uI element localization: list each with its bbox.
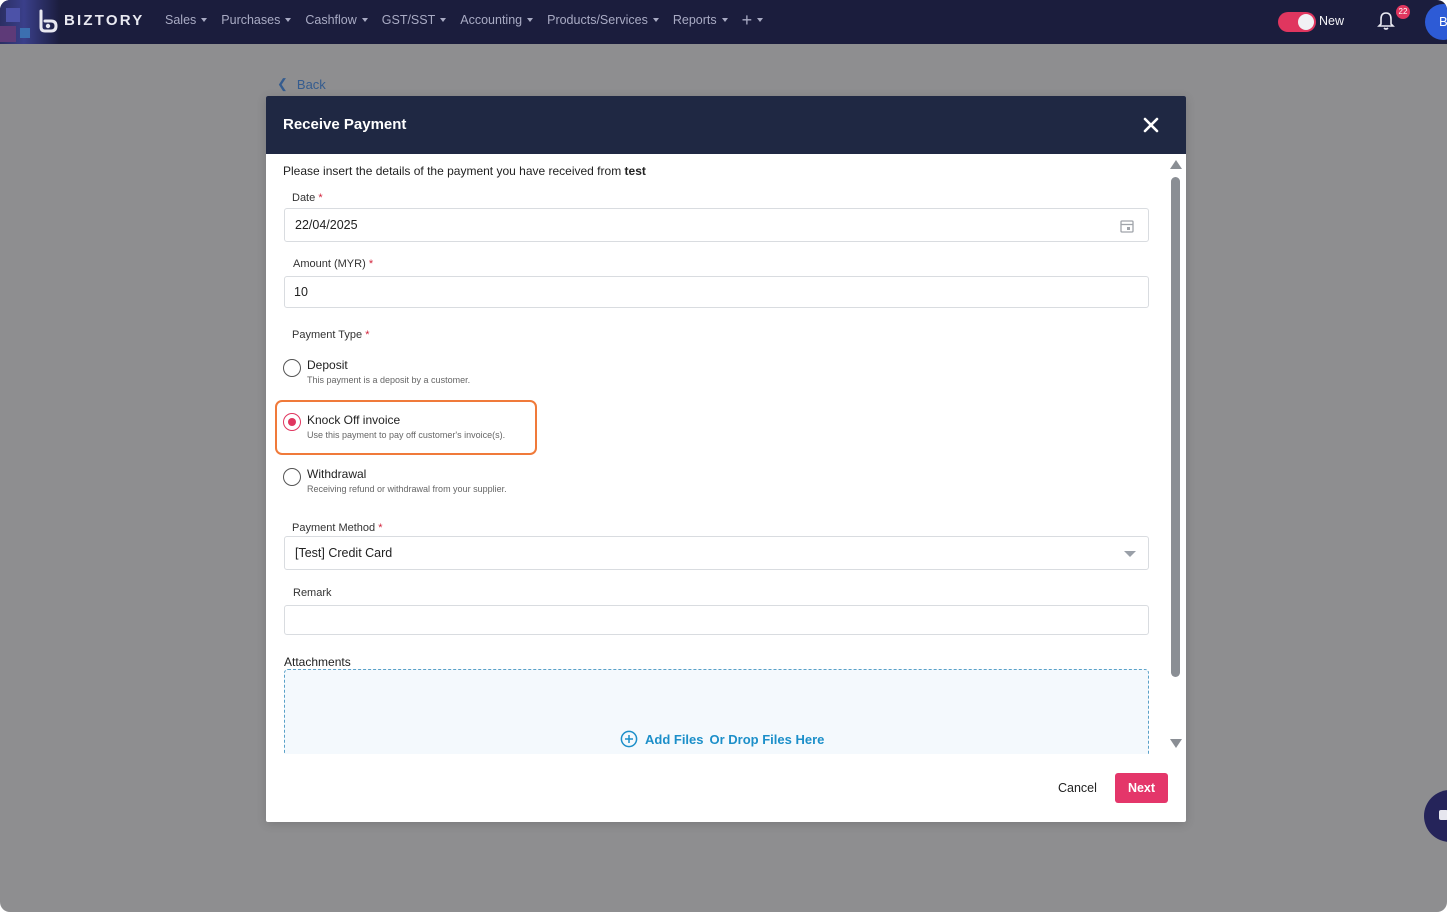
plus-icon: + bbox=[741, 10, 753, 30]
scroll-thumb[interactable] bbox=[1171, 177, 1180, 677]
receive-payment-modal: Receive Payment Please insert the detail… bbox=[266, 96, 1186, 822]
payment-method-label-text: Payment Method bbox=[292, 522, 376, 534]
close-icon[interactable] bbox=[1140, 114, 1162, 136]
payment-method-label: Payment Method * bbox=[292, 522, 383, 534]
date-field[interactable]: 22/04/2025 bbox=[284, 208, 1149, 242]
option-deposit-desc: This payment is a deposit by a customer. bbox=[307, 375, 471, 385]
caret-down-icon bbox=[757, 18, 764, 22]
amount-label-text: Amount (MYR) bbox=[293, 258, 366, 270]
radio-knock-off-invoice[interactable] bbox=[283, 413, 301, 431]
payment-method-value: [Test] Credit Card bbox=[295, 546, 393, 560]
menu-label: Reports bbox=[672, 13, 717, 27]
caret-down-icon bbox=[361, 18, 368, 22]
remark-label: Remark bbox=[293, 587, 332, 599]
required-mark: * bbox=[368, 258, 374, 270]
menu-products-services[interactable]: Products/Services bbox=[547, 13, 659, 27]
dropdown-arrow-icon[interactable] bbox=[1124, 551, 1136, 557]
next-button[interactable]: Next bbox=[1115, 773, 1168, 803]
date-value: 22/04/2025 bbox=[295, 218, 358, 232]
toggle-label: New bbox=[1319, 14, 1345, 28]
intro-text: Please insert the details of the payment… bbox=[283, 164, 646, 178]
drop-files-text: Or Drop Files Here bbox=[709, 731, 825, 747]
brand-name[interactable]: BIZTORY bbox=[64, 12, 144, 29]
menu-label: GST/SST bbox=[381, 13, 436, 27]
menu-reports[interactable]: Reports bbox=[673, 13, 728, 27]
modal-header: Receive Payment bbox=[266, 96, 1186, 154]
back-label: Back bbox=[296, 76, 326, 92]
remark-label-text: Remark bbox=[293, 587, 332, 599]
intro-sentence: Please insert the details of the payment… bbox=[283, 164, 625, 178]
option-knock-off-desc: Use this payment to pay off customer's i… bbox=[307, 430, 506, 440]
scroll-down-icon[interactable] bbox=[1170, 739, 1182, 748]
menu-label: Purchases bbox=[221, 13, 281, 27]
caret-down-icon bbox=[721, 18, 728, 22]
menu-label: Cashflow bbox=[305, 13, 357, 27]
menu-label: Accounting bbox=[460, 13, 523, 27]
amount-label: Amount (MYR) * bbox=[293, 258, 373, 270]
main-menu: Sales Purchases Cashflow GST/SST Account… bbox=[165, 10, 777, 30]
modal-scrollbar[interactable] bbox=[1168, 160, 1182, 752]
option-deposit-title[interactable]: Deposit bbox=[307, 358, 348, 372]
menu-quick-add[interactable]: + bbox=[741, 10, 764, 30]
menu-gst-sst[interactable]: GST/SST bbox=[381, 13, 447, 27]
menu-accounting[interactable]: Accounting bbox=[460, 13, 534, 27]
customer-name: test bbox=[624, 164, 646, 178]
chevron-left-icon: ❮ bbox=[277, 76, 288, 91]
option-withdrawal-desc: Receiving refund or withdrawal from your… bbox=[307, 484, 507, 494]
top-navbar: BIZTORY Sales Purchases Cashflow GST/SST… bbox=[0, 0, 1447, 44]
selection-highlight bbox=[275, 400, 537, 455]
caret-down-icon bbox=[527, 18, 534, 22]
avatar[interactable]: B bbox=[1425, 4, 1447, 40]
date-label: Date * bbox=[292, 192, 323, 204]
caret-down-icon bbox=[652, 18, 659, 22]
back-link[interactable]: ❮ Back bbox=[277, 76, 326, 92]
calendar-icon[interactable] bbox=[1120, 219, 1134, 233]
attachments-label: Attachments bbox=[284, 655, 351, 669]
option-knock-off-title[interactable]: Knock Off invoice bbox=[307, 413, 400, 427]
menu-label: Products/Services bbox=[547, 13, 648, 27]
caret-down-icon bbox=[285, 18, 292, 22]
amount-value: 10 bbox=[294, 285, 308, 299]
add-files-prompt[interactable]: Add Files Or Drop Files Here bbox=[620, 730, 824, 748]
payment-type-label-text: Payment Type bbox=[292, 329, 363, 341]
caret-down-icon bbox=[440, 18, 447, 22]
payment-type-label: Payment Type * bbox=[292, 329, 369, 341]
option-withdrawal-title[interactable]: Withdrawal bbox=[307, 467, 366, 481]
attachment-dropzone[interactable]: Add Files Or Drop Files Here bbox=[284, 669, 1149, 754]
menu-sales[interactable]: Sales bbox=[165, 13, 208, 27]
app-window: BIZTORY Sales Purchases Cashflow GST/SST… bbox=[0, 0, 1447, 912]
payment-method-select[interactable]: [Test] Credit Card bbox=[284, 536, 1149, 570]
menu-purchases[interactable]: Purchases bbox=[221, 13, 292, 27]
required-mark: * bbox=[378, 522, 383, 534]
biztory-logo-icon[interactable] bbox=[37, 9, 59, 33]
notification-badge: 22 bbox=[1396, 5, 1410, 19]
amount-field[interactable]: 10 bbox=[284, 276, 1149, 308]
add-circle-icon[interactable] bbox=[620, 730, 638, 748]
menu-label: Sales bbox=[165, 13, 197, 27]
required-mark: * bbox=[365, 329, 370, 341]
scroll-up-icon[interactable] bbox=[1170, 160, 1182, 169]
add-files-link[interactable]: Add Files bbox=[645, 732, 704, 747]
modal-title: Receive Payment bbox=[283, 116, 407, 133]
caret-down-icon bbox=[201, 18, 208, 22]
date-label-text: Date bbox=[292, 192, 316, 204]
radio-withdrawal[interactable] bbox=[283, 468, 301, 486]
modal-body: Please insert the details of the payment… bbox=[266, 154, 1166, 754]
radio-deposit[interactable] bbox=[283, 359, 301, 377]
menu-cashflow[interactable]: Cashflow bbox=[305, 13, 368, 27]
bell-icon[interactable] bbox=[1376, 11, 1396, 31]
remark-input[interactable] bbox=[284, 605, 1149, 635]
cancel-button[interactable]: Cancel bbox=[1058, 781, 1097, 795]
chat-icon bbox=[1439, 810, 1447, 820]
required-mark: * bbox=[318, 192, 323, 204]
chat-support-button[interactable] bbox=[1424, 790, 1447, 842]
new-ui-toggle[interactable] bbox=[1278, 12, 1316, 32]
